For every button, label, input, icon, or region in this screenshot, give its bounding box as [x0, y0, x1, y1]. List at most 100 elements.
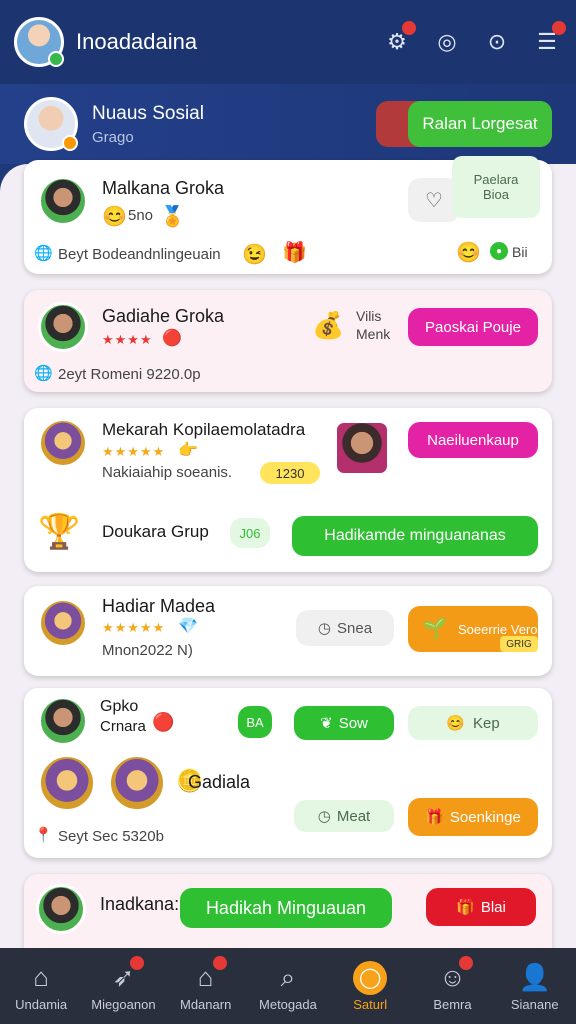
card-meta: 2eyt Romeni 9220.0p: [58, 366, 201, 383]
nav-item-social[interactable]: ◯ Saturl: [329, 948, 411, 1024]
nav-item-house[interactable]: ⌂ Mdanarn: [165, 948, 247, 1024]
counter-badge: 1230: [260, 462, 320, 484]
card-title: Inadkana:: [100, 894, 180, 914]
block-button[interactable]: 🎁 Blai: [426, 888, 536, 926]
member-avatar: [38, 176, 88, 226]
home-icon: ⌂: [33, 962, 49, 992]
ranking-button[interactable]: 🎁 Soenkinge: [408, 798, 538, 836]
level-badge: [62, 135, 78, 151]
card-title: Gpko: [100, 698, 139, 715]
leaf-icon: ❦: [320, 715, 333, 732]
profile-switch-icon[interactable]: ⚙: [382, 21, 416, 57]
right-bottom-label: Bii: [512, 244, 528, 260]
badge-icon: 🔴: [162, 330, 182, 347]
snooze-chip[interactable]: ◷ Snea: [296, 610, 394, 646]
profile-avatar[interactable]: [24, 97, 78, 151]
house-icon: ⌂: [197, 962, 214, 992]
card-level: 5no: [128, 207, 154, 224]
hand-icon: 👉: [178, 442, 198, 459]
meat-button[interactable]: ◷ Meat: [294, 800, 394, 832]
label-top: Vilis: [356, 308, 382, 324]
social-button[interactable]: Paoskai Pouje: [408, 308, 538, 346]
notification-dot: [552, 21, 566, 35]
group-card-5[interactable]: Gpko Crnara 🔴 BA ❦ Sow 😊 Kep 🪙 Gadiala ◷…: [24, 688, 552, 858]
top-icons: ⚙ ◎ ⊙ ☰: [382, 21, 566, 57]
rating-stars: ★★★★: [102, 332, 153, 347]
card-meta: Mnon2022 N): [102, 642, 193, 659]
nav-item-home[interactable]: ⌂ Undamia: [0, 948, 82, 1024]
join-button[interactable]: Hadikah Minguauan: [180, 888, 392, 928]
gift-icon: 🎁: [456, 899, 475, 916]
profile-subtitle: Grago: [92, 128, 134, 146]
nav-label: Undamia: [15, 996, 68, 1012]
card-title: Mekarah Kopilaemolatadra: [102, 420, 306, 439]
join-button[interactable]: Hadikamde minguananas: [292, 516, 538, 556]
nav-label: Sianane: [510, 996, 559, 1012]
menu-icon[interactable]: ☰: [532, 21, 566, 57]
app-title: Inoadadaina: [76, 29, 198, 54]
nav-item-search[interactable]: ⌕ Metogada: [247, 948, 329, 1024]
score-badge: GRIG: [500, 636, 538, 652]
user-avatar[interactable]: [14, 17, 64, 67]
profile-name: Nuaus Sosial: [92, 102, 204, 124]
nav-item-explore[interactable]: ➶ Miegoanon: [82, 948, 164, 1024]
globe-icon: 🌐: [34, 245, 53, 262]
rating-stars: ★★★★★: [102, 620, 166, 635]
leaderboard-button[interactable]: Ralan Lorgesat: [376, 101, 552, 147]
label-bottom: Menk: [356, 326, 391, 342]
nav-label: Miegoanon: [91, 996, 156, 1012]
circle-icon: ◯: [353, 960, 388, 995]
card-meta: Nakiaiahip soeanis.: [102, 464, 233, 481]
coin-icon[interactable]: ⊙: [482, 27, 512, 57]
group-card-2[interactable]: Gadiahe Groka ★★★★ 🔴 🌐 2eyt Romeni 9220.…: [24, 290, 552, 392]
member-avatar: [38, 302, 88, 352]
nav-label: Bemra: [433, 996, 472, 1012]
card-title: Malkana Groka: [102, 178, 225, 198]
pin-icon: 📍: [34, 827, 53, 844]
nav-label: Metogada: [259, 996, 317, 1012]
group-card-4[interactable]: Hadiar Madea ★★★★★ 💎 Mnon2022 N) ◷ Snea …: [24, 586, 552, 676]
score-label: Soeerrie Vero: [458, 621, 538, 637]
notification-dot: [402, 21, 416, 35]
nav-label: Mdanarn: [180, 996, 232, 1012]
clock-icon: ◷: [317, 808, 331, 825]
card-subtitle: Crnara: [100, 718, 146, 735]
notification-dot: [130, 956, 145, 970]
keep-label: Kep: [472, 714, 500, 732]
nav-item-games[interactable]: ☺ Bemra: [411, 948, 493, 1024]
bell-icon[interactable]: ◎: [432, 27, 462, 57]
group-card-1[interactable]: Malkana Groka 😊 5no 🏅 🌐 Beyt Bodeandnlin…: [24, 156, 552, 274]
profile-text: Nuaus Sosial Grago: [92, 103, 376, 146]
profile-header: Nuaus Sosial Grago Ralan Lorgesat: [0, 84, 576, 164]
member-avatar: [36, 884, 86, 934]
gift-icon: 🎁: [282, 242, 307, 264]
badge-icon: 🔴: [152, 712, 175, 732]
bottom-nav: ⌂ Undamia ➶ Miegoanon ⌂ Mdanarn ⌕ Metoga…: [0, 948, 576, 1024]
smile-icon: 😊: [446, 715, 465, 732]
tag-badge: J06: [230, 518, 270, 548]
person-icon: 👤: [518, 962, 551, 992]
reward-label: Paelara: [473, 172, 519, 187]
medal-icon: 🏅: [160, 206, 185, 228]
group-button[interactable]: Naeiluenkaup: [408, 422, 538, 458]
globe-icon: 🌐: [34, 365, 53, 382]
plant-icon: 🌱: [422, 618, 447, 640]
rating-stars: ★★★★★: [102, 444, 166, 459]
nav-item-profile[interactable]: 👤 Sianane: [494, 948, 576, 1024]
gem-icon: 💎: [178, 618, 198, 635]
group-card-3[interactable]: Mekarah Kopilaemolatadra ★★★★★ 👉 Nakiaia…: [24, 408, 552, 572]
card-title-2: Gadiala: [188, 772, 251, 792]
reward-panel[interactable]: Paelara Bioa: [452, 156, 540, 218]
card-title-2: Doukara Grup: [102, 522, 209, 541]
tag-badge: BA: [238, 706, 272, 738]
notification-dot: [212, 956, 227, 970]
save-button[interactable]: ❦ Sow: [294, 706, 394, 740]
ranking-label: Soenkinge: [449, 808, 521, 826]
online-badge: [48, 51, 64, 67]
search-icon: ⌕: [280, 961, 296, 992]
meat-label: Meat: [336, 807, 371, 825]
content-area: Malkana Groka 😊 5no 🏅 🌐 Beyt Bodeandnlin…: [0, 156, 576, 964]
leaderboard-label: Ralan Lorgesat: [408, 101, 552, 147]
online-dot: ●: [490, 242, 508, 260]
keep-button[interactable]: 😊 Kep: [408, 706, 538, 740]
